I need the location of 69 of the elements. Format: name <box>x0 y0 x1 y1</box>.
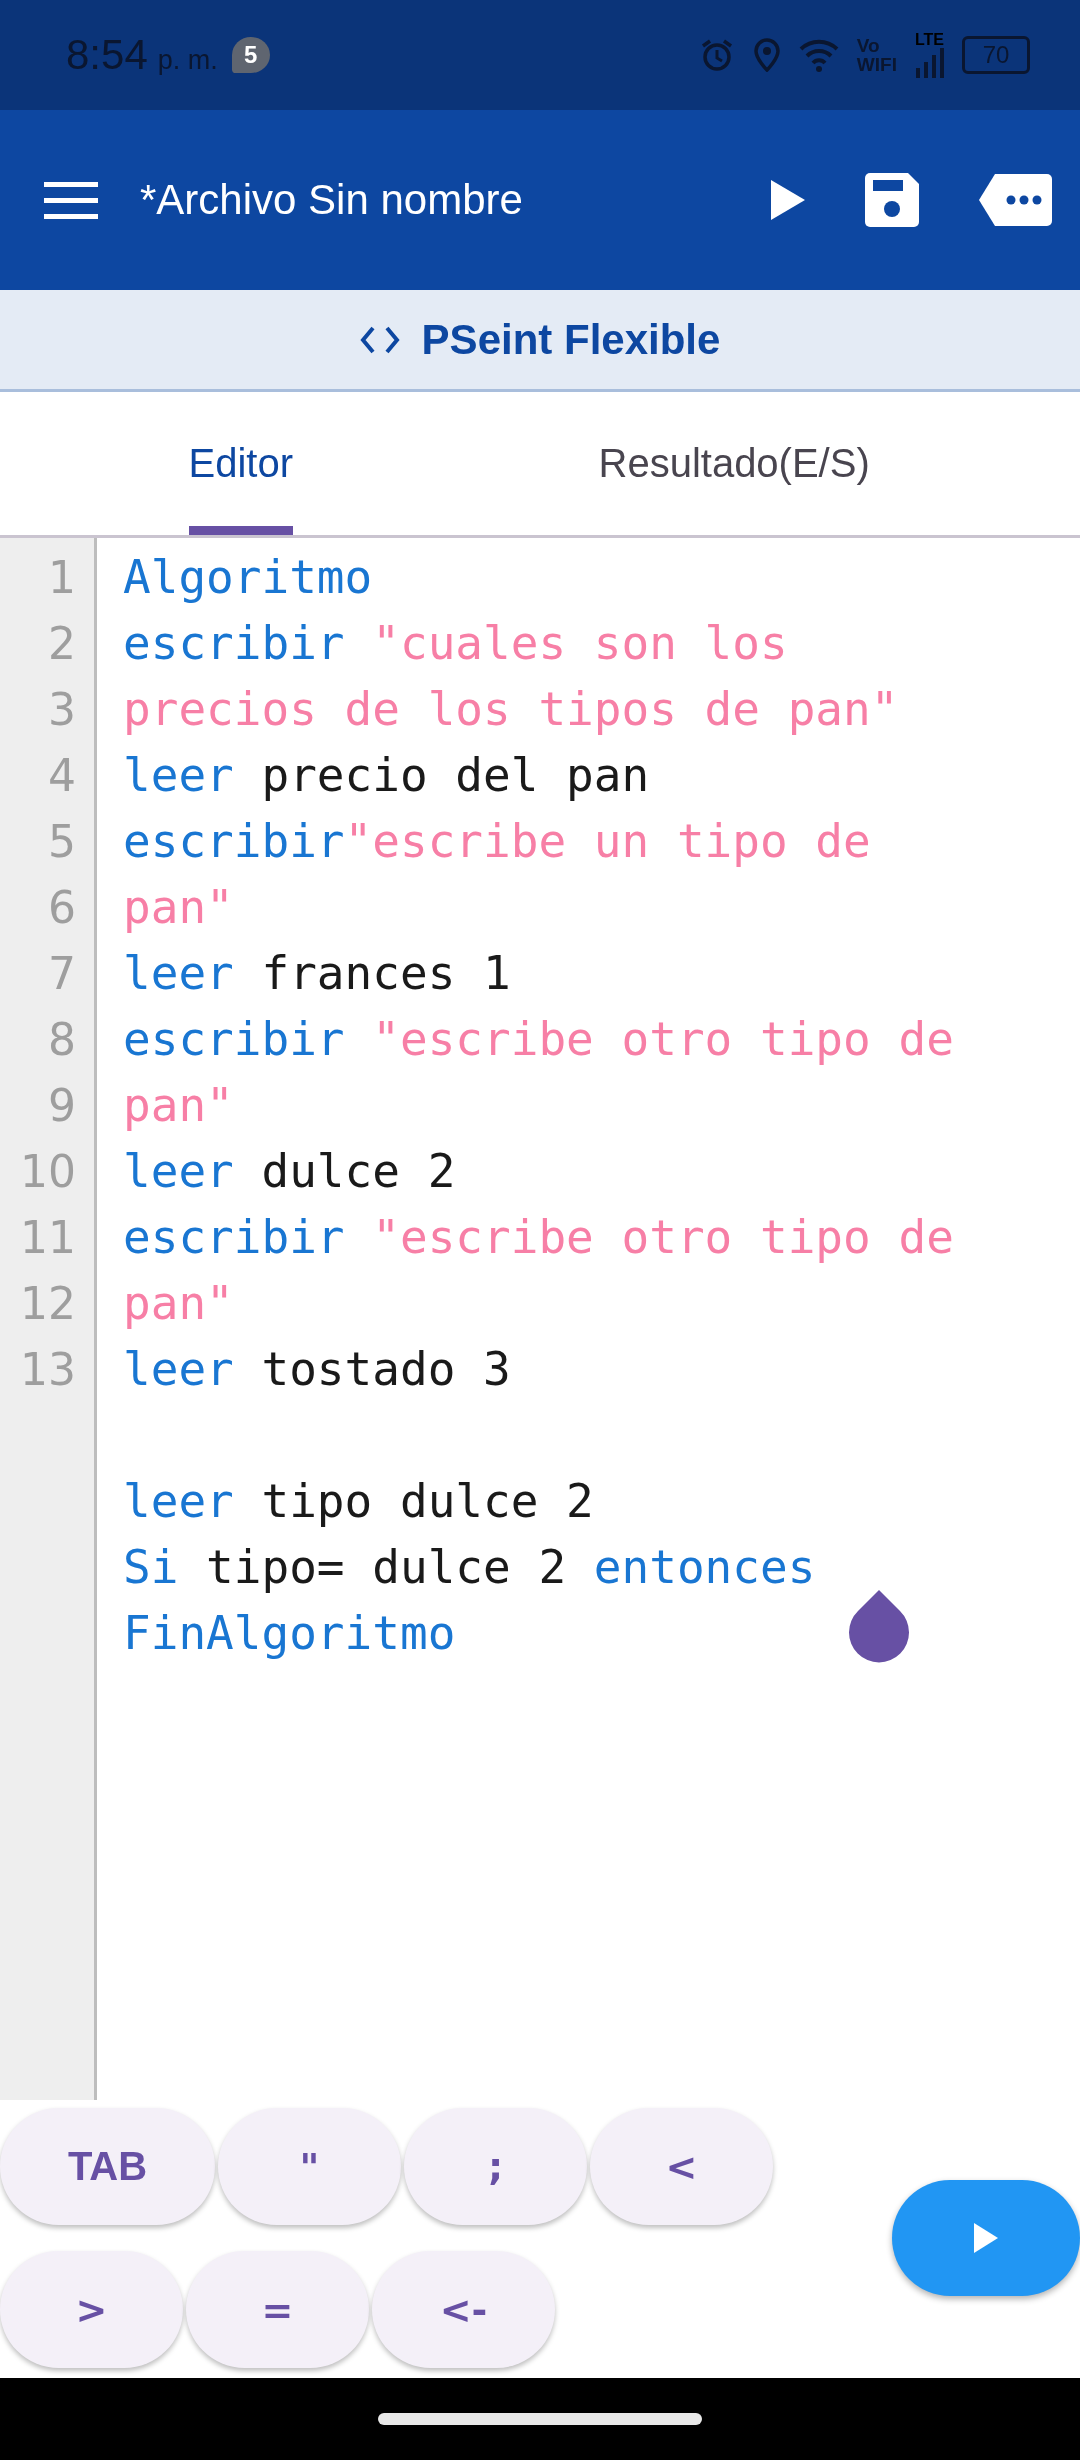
key-button[interactable]: " <box>218 2108 401 2225</box>
code-keyword: leer <box>123 748 234 802</box>
line-number: 13 <box>19 1343 76 1395</box>
code-string: pan" <box>123 1078 234 1132</box>
notification-badge: 5 <box>231 37 270 73</box>
app-name: PSeint Flexible <box>421 315 721 364</box>
code-text: precio del pan <box>260 748 650 802</box>
clock-time: 8:54 <box>66 31 148 79</box>
play-icon <box>974 2223 998 2253</box>
wifi-icon <box>798 37 839 73</box>
key-button[interactable]: < <box>590 2108 773 2225</box>
key-button[interactable]: <- <box>372 2251 555 2368</box>
key-button[interactable]: ; <box>404 2108 587 2225</box>
code-keyword: leer <box>123 1342 234 1396</box>
line-number: 10 <box>19 1145 76 1197</box>
key-button[interactable]: = <box>186 2251 369 2368</box>
tab[interactable]: Resultado(E/S) <box>481 392 1080 535</box>
code-text: dulce 2 <box>260 1144 456 1198</box>
key-button[interactable]: > <box>0 2251 183 2368</box>
line-number: 5 <box>47 815 76 867</box>
line-number: 3 <box>47 683 76 735</box>
code-keyword: escribir <box>123 1210 346 1264</box>
code-keyword: escribir <box>123 616 346 670</box>
more-icon <box>979 174 1052 226</box>
code-string: "escribe otro tipo de <box>372 1210 954 1264</box>
code-string: "escribe otro tipo de <box>372 1012 954 1066</box>
code-text: frances 1 <box>260 946 511 1000</box>
line-number: 2 <box>47 617 76 669</box>
signal-icon <box>916 48 944 78</box>
line-number: 4 <box>47 749 76 801</box>
battery-level: 70 <box>962 36 1030 74</box>
code-string: pan" <box>123 1276 234 1330</box>
code-keyword: Si <box>123 1540 179 1594</box>
code-text: tostado 3 <box>260 1342 511 1396</box>
code-string: pan" <box>123 880 234 934</box>
vowifi-label: Vo <box>856 36 881 55</box>
code-keyword: FinAlgoritmo <box>123 1606 456 1660</box>
code-keyword: leer <box>123 1144 234 1198</box>
code-text: tipo= dulce 2 <box>205 1540 568 1594</box>
menu-icon <box>44 181 98 219</box>
save-icon <box>865 173 919 227</box>
line-number: 8 <box>47 1013 76 1065</box>
line-number: 1 <box>47 551 76 603</box>
file-title: *Archivo Sin nombre <box>140 176 524 224</box>
code-keyword: leer <box>123 1474 234 1528</box>
key-button[interactable]: TAB <box>0 2108 215 2225</box>
code-string: precios de los tipos de pan" <box>123 682 899 736</box>
code-string: "cuales son los <box>372 616 788 670</box>
menu-button[interactable] <box>44 181 98 219</box>
code-keyword: escribir <box>123 814 345 868</box>
code-keyword: leer <box>123 946 234 1000</box>
run-fab[interactable] <box>892 2180 1080 2296</box>
code-string: "escribe un tipo de <box>344 814 871 868</box>
code-icon <box>359 324 400 355</box>
line-number: 9 <box>47 1079 76 1131</box>
code-text: tipo dulce 2 <box>260 1474 594 1528</box>
line-number: 12 <box>19 1277 76 1329</box>
code-keyword: Algoritmo <box>123 550 373 604</box>
cursor-handle[interactable] <box>847 1590 911 1664</box>
line-number: 7 <box>47 947 76 999</box>
network-type: LTE <box>914 32 944 48</box>
clock-meridiem: p. m. <box>157 44 218 76</box>
location-pin-icon <box>752 38 781 72</box>
code-keyword: escribir <box>123 1012 346 1066</box>
vowifi-label: WIFI <box>856 55 897 74</box>
line-number: 6 <box>47 881 76 933</box>
code-keyword: entonces <box>593 1540 816 1594</box>
play-icon <box>771 180 805 220</box>
line-number: 11 <box>19 1211 76 1263</box>
